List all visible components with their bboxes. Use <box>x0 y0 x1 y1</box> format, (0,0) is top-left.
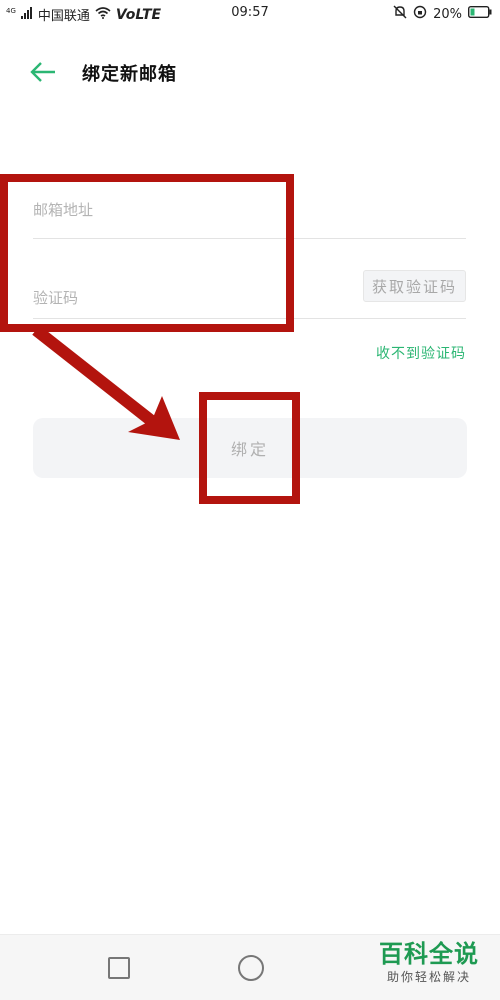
annotation-arrow <box>32 325 180 440</box>
square-icon[interactable] <box>108 957 130 979</box>
nav-bar: 百科全说 助你轻松解决 <box>0 934 500 1000</box>
watermark-subtitle: 助你轻松解决 <box>386 970 471 984</box>
watermark-title: 百科全说 <box>379 940 479 968</box>
watermark-logo: 百科全说 助你轻松解决 <box>370 940 488 994</box>
circle-icon[interactable] <box>238 955 264 981</box>
